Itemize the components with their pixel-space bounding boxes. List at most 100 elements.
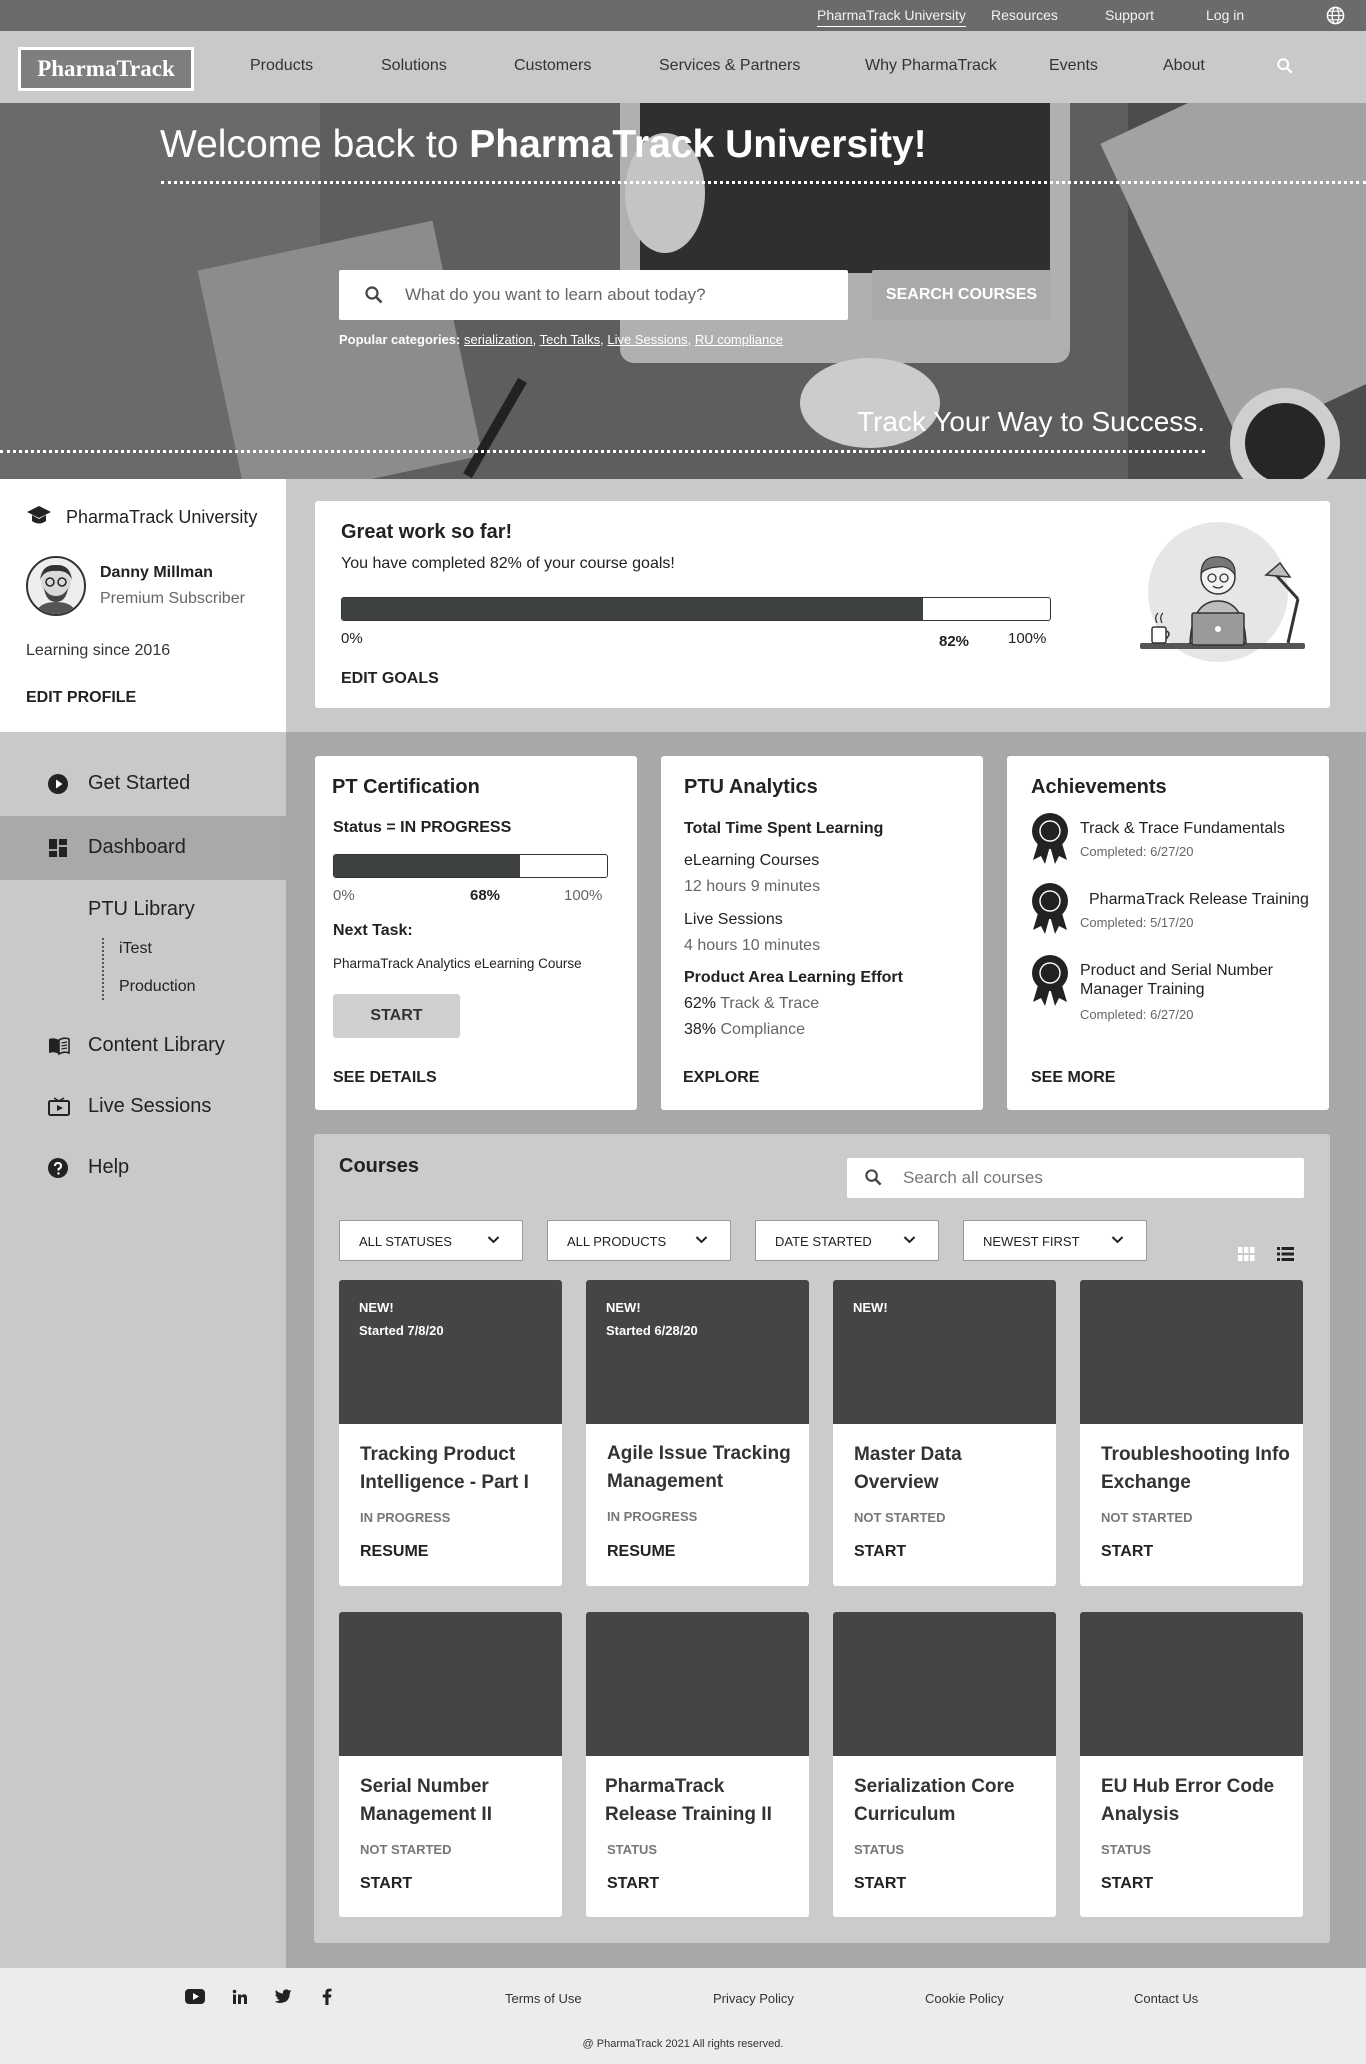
see-more-link[interactable]: SEE MORE: [1031, 1069, 1115, 1087]
courses-search-input[interactable]: Search all courses: [847, 1158, 1304, 1198]
effort-row: 38% Compliance: [684, 1021, 805, 1038]
effort-row: 62% Track & Trace: [684, 995, 820, 1012]
course-action-button[interactable]: RESUME: [360, 1543, 428, 1561]
elearning-label: eLearning Courses: [684, 852, 820, 869]
course-title: Tracking Product Intelligence - Part I: [360, 1444, 529, 1493]
course-card[interactable]: Serialization Core Curriculum STATUS STA…: [833, 1612, 1056, 1917]
list-view-icon[interactable]: [1277, 1247, 1294, 1262]
footer-link-terms[interactable]: Terms of Use: [505, 1991, 582, 2006]
course-title: Serial Number Management II: [360, 1776, 492, 1825]
course-card[interactable]: NEW! Started 7/8/20 Tracking Product Inte…: [339, 1280, 562, 1586]
graduation-cap-icon: [27, 506, 51, 524]
course-title: Troubleshooting Info Exchange: [1101, 1444, 1290, 1493]
topbar-link-login[interactable]: Log in: [1206, 7, 1244, 23]
course-action-button[interactable]: START: [854, 1875, 906, 1893]
course-card[interactable]: EU Hub Error Code Analysis STATUS START: [1080, 1612, 1303, 1917]
courses-title: Courses: [339, 1155, 420, 1177]
cert-start-button[interactable]: START: [333, 994, 460, 1038]
filter-statuses-dropdown[interactable]: ALL STATUSES: [339, 1220, 523, 1261]
sidebar-item-content-library[interactable]: Content Library: [0, 1014, 286, 1078]
nav-why-pharmatrack[interactable]: Why PharmaTrack: [865, 57, 997, 75]
sidebar-item-help[interactable]: Help: [0, 1136, 286, 1200]
course-action-button[interactable]: START: [1101, 1875, 1153, 1893]
achievement-date: Completed: 5/17/20: [1080, 915, 1194, 930]
nav-events[interactable]: Events: [1049, 57, 1098, 75]
topbar-link-resources[interactable]: Resources: [991, 7, 1058, 23]
achievement-name: PharmaTrack Release Training: [1089, 891, 1309, 908]
book-open-icon: [49, 1037, 70, 1056]
course-card[interactable]: Serial Number Management II NOT STARTED …: [339, 1612, 562, 1917]
hero-search-placeholder: What do you want to learn about today?: [405, 285, 706, 304]
sidebar-item-get-started[interactable]: Get Started: [0, 752, 286, 816]
filter-date-dropdown[interactable]: DATE STARTED: [755, 1220, 939, 1261]
sidebar-subitem-production[interactable]: Production: [119, 978, 196, 996]
next-task-label: Next Task:: [333, 922, 413, 939]
help-circle-icon: [48, 1158, 68, 1178]
cert-progress-min: 0%: [333, 887, 355, 904]
facebook-icon[interactable]: [322, 1988, 332, 2005]
course-title: Serialization Core Curriculum: [854, 1776, 1015, 1825]
course-status: STATUS: [854, 1842, 905, 1857]
hero-title: Welcome back to PharmaTrack University!: [160, 123, 927, 166]
achievement-date: Completed: 6/27/20: [1080, 844, 1194, 859]
course-action-button[interactable]: START: [1101, 1543, 1153, 1561]
sidebar-item-ptu-library[interactable]: PTU Library: [88, 898, 195, 921]
sidebar-subitem-itest[interactable]: iTest: [119, 940, 152, 958]
course-action-button[interactable]: START: [607, 1875, 659, 1893]
course-card[interactable]: NEW! Started 6/28/20 Agile Issue Tracking…: [586, 1280, 809, 1586]
filter-products-dropdown[interactable]: ALL PRODUCTS: [547, 1220, 731, 1261]
effort-label: Product Area Learning Effort: [684, 969, 903, 986]
cert-progress-max: 100%: [564, 887, 603, 904]
footer-link-contact[interactable]: Contact Us: [1134, 1991, 1198, 2006]
live-sessions-label: Live Sessions: [684, 911, 783, 928]
course-action-button[interactable]: START: [854, 1543, 906, 1561]
course-action-button[interactable]: RESUME: [607, 1543, 675, 1561]
chevron-down-icon: [903, 1236, 916, 1244]
course-card[interactable]: NEW! Master Data Overview NOT STARTED ST…: [833, 1280, 1056, 1586]
university-label: PharmaTrack University: [66, 507, 258, 527]
filter-sort-dropdown[interactable]: NEWEST FIRST: [963, 1220, 1147, 1261]
youtube-icon[interactable]: [185, 1989, 205, 2004]
topbar-link-support[interactable]: Support: [1105, 7, 1154, 23]
sidebar-item-dashboard[interactable]: Dashboard: [0, 816, 286, 880]
twitter-icon[interactable]: [274, 1989, 292, 2004]
search-courses-button[interactable]: SEARCH COURSES: [872, 270, 1051, 320]
edit-profile-link[interactable]: EDIT PROFILE: [26, 689, 136, 707]
course-thumbnail: [586, 1612, 809, 1756]
nav-solutions[interactable]: Solutions: [381, 57, 447, 75]
course-status: STATUS: [607, 1842, 658, 1857]
explore-link[interactable]: EXPLORE: [683, 1069, 759, 1087]
see-details-link[interactable]: SEE DETAILS: [333, 1069, 437, 1087]
footer-link-cookie[interactable]: Cookie Policy: [925, 1991, 1004, 2006]
category-link-tech-talks[interactable]: Tech Talks: [540, 332, 600, 347]
course-card[interactable]: PharmaTrack Release Training II STATUS S…: [586, 1612, 809, 1917]
category-link-live-sessions[interactable]: Live Sessions: [607, 332, 687, 347]
footer-link-privacy[interactable]: Privacy Policy: [713, 1991, 794, 2006]
hero-search-input[interactable]: What do you want to learn about today?: [339, 270, 848, 320]
sidebar-item-label: Content Library: [88, 1034, 225, 1056]
grid-view-icon[interactable]: [1238, 1247, 1255, 1262]
nav-customers[interactable]: Customers: [514, 57, 591, 75]
search-icon[interactable]: [1276, 57, 1294, 75]
nav-about[interactable]: About: [1163, 57, 1205, 75]
topbar-link-university[interactable]: PharmaTrack University: [817, 7, 966, 27]
course-card[interactable]: Troubleshooting Info Exchange NOT STARTE…: [1080, 1280, 1303, 1586]
nav-services-partners[interactable]: Services & Partners: [659, 57, 800, 75]
user-name: Danny Millman: [100, 564, 213, 581]
edit-goals-link[interactable]: EDIT GOALS: [341, 670, 439, 688]
course-action-button[interactable]: START: [360, 1875, 412, 1893]
sidebar-item-label: Dashboard: [88, 836, 186, 858]
hero-banner: Welcome back to PharmaTrack University! …: [0, 103, 1366, 479]
achievement-date: Completed: 6/27/20: [1080, 1007, 1194, 1022]
live-sessions-value: 4 hours 10 minutes: [684, 937, 821, 954]
category-link-serialization[interactable]: serialization: [464, 332, 533, 347]
main-navbar: PharmaTrack Products Solutions Customers…: [0, 31, 1366, 103]
category-link-ru-compliance[interactable]: RU compliance: [695, 332, 783, 347]
course-status: NOT STARTED: [360, 1842, 452, 1857]
linkedin-icon[interactable]: [232, 1989, 248, 2005]
globe-icon[interactable]: [1326, 6, 1345, 25]
sidebar-item-live-sessions[interactable]: Live Sessions: [0, 1075, 286, 1139]
nav-products[interactable]: Products: [250, 57, 313, 75]
avatar[interactable]: [26, 556, 86, 616]
pharmatrack-logo[interactable]: PharmaTrack: [18, 47, 194, 91]
